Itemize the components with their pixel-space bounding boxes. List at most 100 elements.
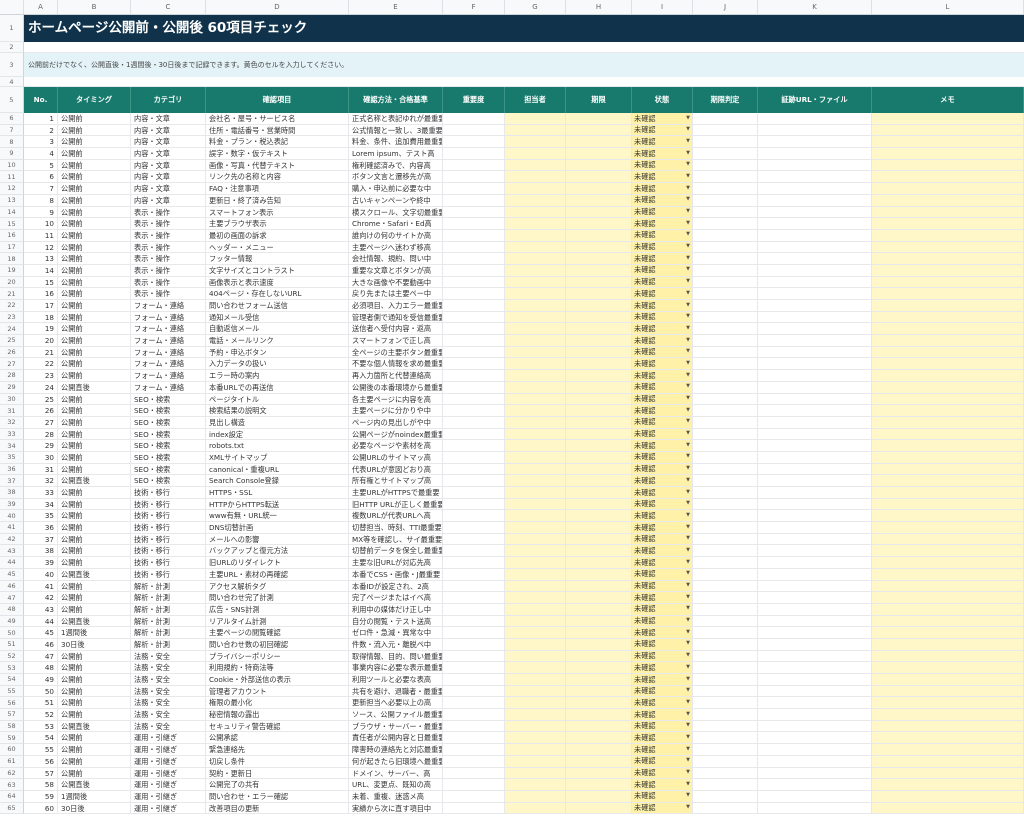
cell-importance[interactable] [443,428,505,441]
cell-method[interactable]: 主要URLがHTTPSで最重要 [349,487,443,499]
cell-no[interactable]: 1 [24,113,58,125]
cell-evidence[interactable] [758,638,872,651]
triangle-down-icon[interactable]: ▼ [686,627,690,638]
input-cell-due[interactable] [566,335,632,347]
input-cell-assignee[interactable] [505,720,566,733]
cell-category[interactable]: 内容・文章 [131,183,206,195]
input-cell-assignee[interactable] [505,732,566,745]
row-number[interactable]: 46 [0,580,24,593]
cell-method[interactable]: 何が起きたら旧環境へ最重要 [349,755,443,768]
cell-no[interactable]: 59 [24,790,58,803]
cell-check-item[interactable]: 電話・メールリンク [206,335,349,347]
input-cell-due[interactable] [566,568,632,581]
cell-category[interactable]: SEO・検索 [131,475,206,487]
row-number[interactable]: 38 [0,487,24,499]
input-cell-assignee[interactable] [505,627,566,639]
input-cell-memo[interactable] [872,405,1024,417]
cell-method[interactable]: ページ内の見出しがや中 [349,416,443,429]
input-cell-memo[interactable] [872,451,1024,464]
cell-due-check[interactable] [693,779,758,791]
status-dropdown[interactable]: 未確認 ▼ [632,510,693,523]
input-cell-due[interactable] [566,533,632,546]
cell-check-item[interactable]: 契約・更新日 [206,767,349,780]
input-cell-memo[interactable] [872,475,1024,487]
cell-method[interactable]: 重要な文章とボタンが高 [349,264,443,277]
cell-category[interactable]: フォーム・連絡 [131,335,206,347]
input-cell-due[interactable] [566,709,632,721]
input-cell-memo[interactable] [872,206,1024,219]
row-number[interactable]: 22 [0,300,24,312]
cell-evidence[interactable] [758,533,872,546]
input-cell-due[interactable] [566,264,632,277]
input-cell-memo[interactable] [872,627,1024,639]
status-dropdown[interactable]: 未確認 ▼ [632,393,693,406]
input-cell-assignee[interactable] [505,580,566,593]
cell-due-check[interactable] [693,475,758,487]
input-cell-due[interactable] [566,206,632,219]
input-cell-assignee[interactable] [505,264,566,277]
cell-evidence[interactable] [758,218,872,230]
input-cell-memo[interactable] [872,755,1024,768]
header-col-timing[interactable]: タイミング [58,87,131,113]
status-dropdown[interactable]: 未確認 ▼ [632,709,693,721]
cell-importance[interactable] [443,650,505,663]
triangle-down-icon[interactable]: ▼ [686,277,690,288]
cell-method[interactable]: 複数URLが代表URLへ高 [349,510,443,523]
status-dropdown[interactable]: 未確認 ▼ [632,557,693,569]
cell-importance[interactable] [443,592,505,604]
row-number[interactable]: 30 [0,393,24,406]
cell-method[interactable]: ゼロ件・急減・異常な中 [349,627,443,639]
cell-check-item[interactable]: アクセス解析タグ [206,580,349,593]
cell-no[interactable]: 25 [24,393,58,406]
status-dropdown[interactable]: 未確認 ▼ [632,241,693,254]
cell-category[interactable]: 運用・引継ぎ [131,802,206,815]
cell-evidence[interactable] [758,159,872,172]
triangle-down-icon[interactable]: ▼ [686,604,690,615]
cell-due-check[interactable] [693,148,758,160]
row-number[interactable]: 55 [0,685,24,698]
input-cell-due[interactable] [566,428,632,441]
input-cell-assignee[interactable] [505,568,566,581]
status-dropdown[interactable]: 未確認 ▼ [632,522,693,534]
cell-no[interactable]: 35 [24,510,58,523]
input-cell-assignee[interactable] [505,393,566,406]
cell-timing[interactable]: 公開前 [58,159,131,172]
status-dropdown[interactable]: 未確認 ▼ [632,136,693,149]
cell-check-item[interactable]: リアルタイム計測 [206,615,349,628]
cell-check-item[interactable]: 管理者アカウント [206,685,349,698]
cell-check-item[interactable]: canonical・重複URL [206,463,349,476]
triangle-down-icon[interactable]: ▼ [686,791,690,802]
cell-no[interactable]: 9 [24,206,58,219]
cell-importance[interactable] [443,767,505,780]
cell-category[interactable]: 内容・文章 [131,124,206,137]
input-cell-memo[interactable] [872,638,1024,651]
cell-no[interactable]: 8 [24,194,58,207]
status-dropdown[interactable]: 未確認 ▼ [632,323,693,336]
cell-evidence[interactable] [758,568,872,581]
triangle-down-icon[interactable]: ▼ [686,323,690,334]
input-cell-memo[interactable] [872,393,1024,406]
cell-category[interactable]: SEO・検索 [131,416,206,429]
cell-category[interactable]: 解析・計測 [131,592,206,604]
cell-category[interactable]: 技術・移行 [131,533,206,546]
cell-evidence[interactable] [758,720,872,733]
cell-importance[interactable] [443,113,505,125]
input-cell-assignee[interactable] [505,335,566,347]
cell-category[interactable]: 運用・引継ぎ [131,732,206,745]
status-dropdown[interactable]: 未確認 ▼ [632,288,693,300]
cell-due-check[interactable] [693,533,758,546]
triangle-down-icon[interactable]: ▼ [686,674,690,685]
cell-importance[interactable] [443,276,505,289]
column-letter-b[interactable]: B [58,0,131,14]
cell-evidence[interactable] [758,416,872,429]
input-cell-memo[interactable] [872,790,1024,803]
cell-method[interactable]: 利用ツールと必要な表高 [349,674,443,686]
cell-category[interactable]: SEO・検索 [131,428,206,441]
input-cell-assignee[interactable] [505,194,566,207]
input-cell-assignee[interactable] [505,802,566,815]
cell-evidence[interactable] [758,580,872,593]
triangle-down-icon[interactable]: ▼ [686,195,690,206]
triangle-down-icon[interactable]: ▼ [686,312,690,323]
row-number[interactable]: 41 [0,522,24,534]
row-number[interactable]: 18 [0,253,24,265]
